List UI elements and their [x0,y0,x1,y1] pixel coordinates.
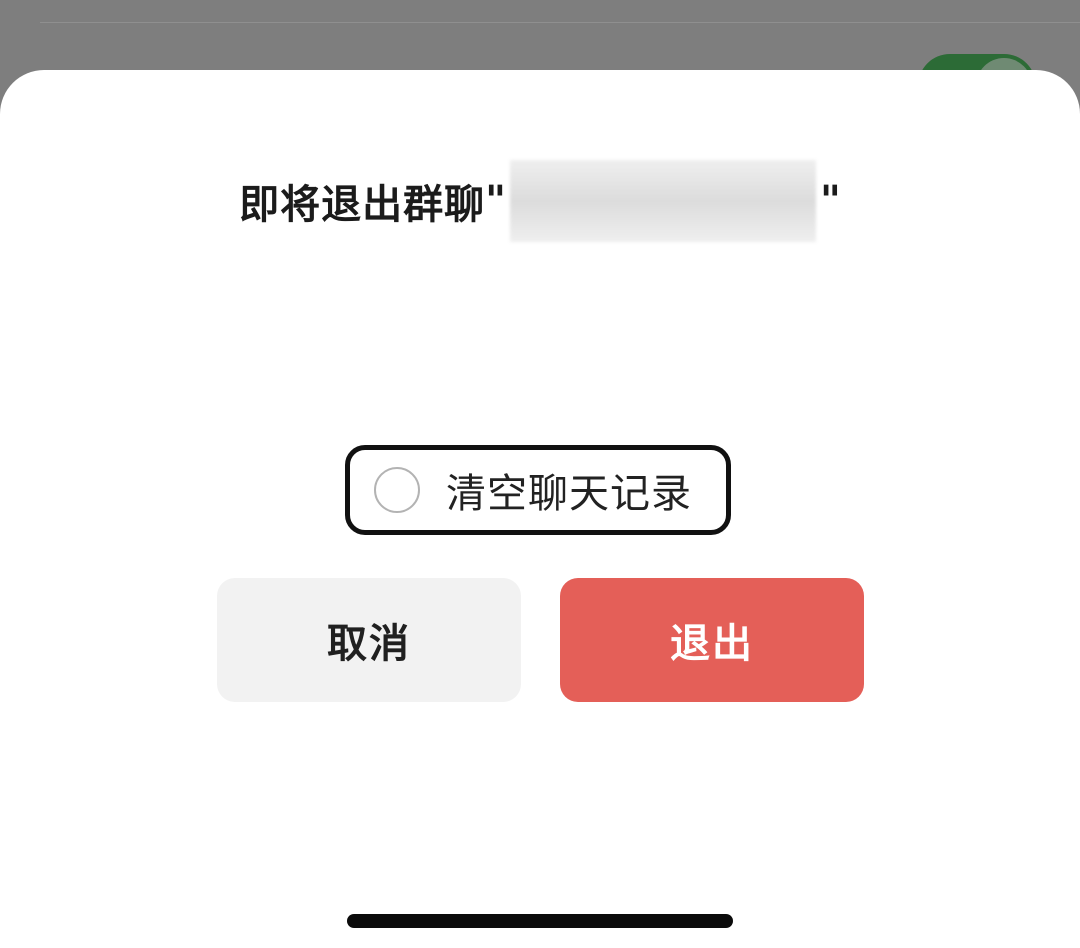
clear-history-option[interactable]: 清空聊天记录 [345,445,731,535]
dialog-title-text: 即将退出群聊 [239,182,486,228]
dialog-title: 即将退出群聊 " " [0,160,1080,242]
title-quote-open: " [485,178,506,224]
clear-history-label: 清空聊天记录 [446,471,692,517]
home-indicator[interactable] [347,914,733,928]
title-quote-close: " [820,178,841,224]
background-divider [40,22,1080,23]
redacted-group-name [510,160,816,242]
radio-unchecked-icon[interactable] [374,467,420,513]
exit-button[interactable]: 退出 [560,578,864,702]
cancel-button[interactable]: 取消 [217,578,521,702]
